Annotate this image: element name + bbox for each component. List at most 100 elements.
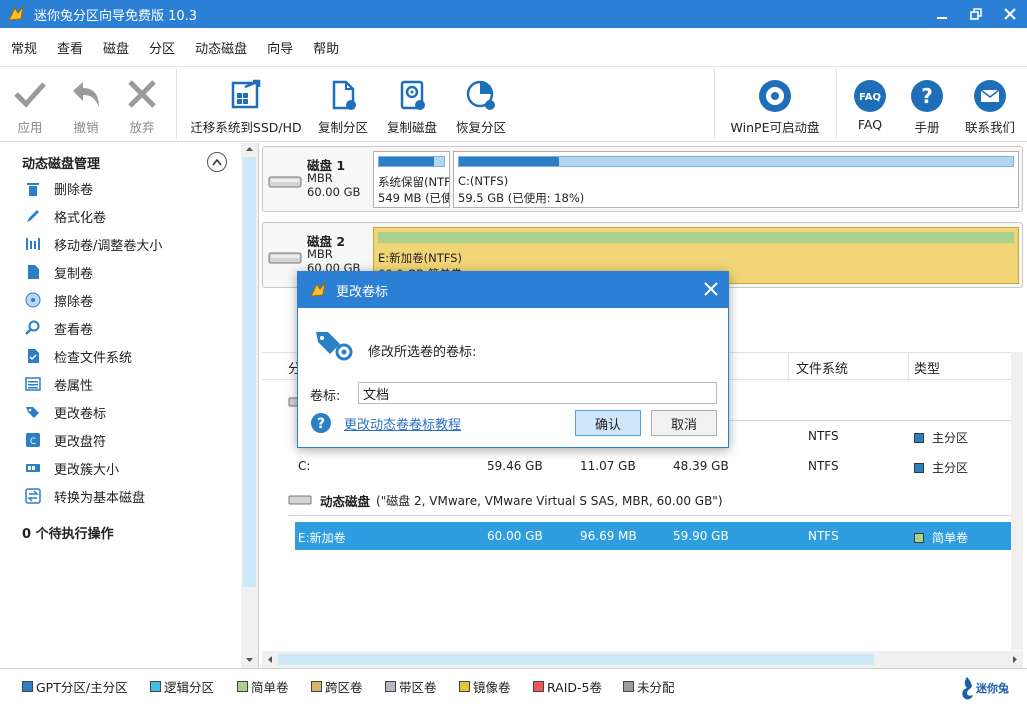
dialog-title: 更改卷标 [336, 284, 389, 300]
copy-partition-icon [332, 80, 356, 110]
type-label: 主分区 [932, 431, 969, 445]
restore-button[interactable] [959, 0, 993, 28]
sidebar-item-wipe-volume[interactable]: 擦除卷 [24, 289, 93, 311]
partition-system-reserved[interactable]: 系统保留(NTFS) 549 MB (已使用 [373, 151, 450, 208]
scroll-left-arrow-icon[interactable] [264, 651, 276, 668]
sidebar-item-change-letter[interactable]: C 更改盘符 [24, 429, 106, 451]
toolbar-separator [836, 69, 837, 139]
partition-info: 549 MB (已使用 [378, 191, 449, 205]
rabbit-logo-icon [962, 677, 973, 700]
horizontal-scrollbar[interactable] [262, 651, 1023, 668]
scroll-down-arrow-icon[interactable] [241, 654, 258, 666]
operations-panel: 动态磁盘管理 删除卷 格式化卷 移动卷/调整卷大小 复制卷 擦除卷 查看卷 检查… [0, 143, 258, 668]
cell-type: 简单卷 [914, 529, 968, 546]
sidebar-item-format-volume[interactable]: 格式化卷 [24, 205, 106, 227]
table-vertical-scrollbar[interactable] [1011, 352, 1023, 650]
cancel-button[interactable]: 取消 [651, 410, 717, 436]
legend-item: GPT分区/主分区 [22, 677, 128, 696]
column-separator [788, 353, 789, 381]
cell-type: 主分区 [914, 459, 968, 476]
contact-us-button[interactable]: 联系我们 [965, 67, 1015, 143]
sidebar-item-check-fs[interactable]: 检查文件系统 [24, 345, 132, 367]
partition-label: 系统保留(NTFS) [378, 175, 450, 189]
menu-wizard[interactable]: 向导 [267, 38, 293, 57]
sidebar-item-convert-basic[interactable]: 转换为基本磁盘 [24, 485, 145, 507]
sidebar-item-explore-volume[interactable]: 查看卷 [24, 317, 93, 339]
drive-letter-icon: C [24, 431, 42, 449]
svg-text:?: ? [921, 84, 933, 108]
collapse-button[interactable] [207, 152, 227, 172]
disk-partition-style: MBR [307, 171, 333, 185]
sidebar-item-volume-properties[interactable]: 卷属性 [24, 373, 93, 395]
recover-partition-button[interactable]: 恢复分区 [456, 67, 506, 143]
sidebar-item-delete-volume[interactable]: 删除卷 [24, 177, 93, 199]
legend-item: RAID-5卷 [533, 677, 602, 696]
dialog-title-bar[interactable]: 更改卷标 [298, 272, 728, 308]
scrollbar-thumb[interactable] [278, 654, 874, 665]
sidebar-item-move-resize[interactable]: 移动卷/调整卷大小 [24, 233, 162, 255]
dynamic-disk-header[interactable]: 动态磁盘 ("磁盘 2, VMware, VMware Virtual S SA… [288, 488, 1023, 512]
hard-disk-icon [268, 176, 302, 188]
copy-disk-button[interactable]: 复制磁盘 [387, 67, 437, 143]
help-question-icon: ? [911, 80, 943, 112]
tutorial-link[interactable]: 更改动态卷卷标教程 [344, 414, 461, 433]
faq-button[interactable]: FAQ FAQ [853, 67, 887, 143]
menu-view[interactable]: 查看 [57, 38, 83, 57]
legend-swatch [311, 681, 322, 692]
restore-icon [970, 8, 982, 20]
legend-swatch [623, 681, 634, 692]
discard-button[interactable]: 放弃 [123, 67, 161, 143]
winpe-boot-button[interactable]: WinPE可启动盘 [731, 67, 819, 143]
sidebar-item-change-cluster[interactable]: 更改簇大小 [24, 457, 119, 479]
close-button[interactable] [993, 0, 1027, 28]
panel-heading: 动态磁盘管理 [22, 157, 101, 172]
table-row[interactable]: C: 59.46 GB 11.07 GB 48.39 GB NTFS 主分区 [296, 452, 1022, 480]
migrate-os-button[interactable]: 迁移系统到SSD/HD [190, 67, 302, 143]
scroll-right-arrow-icon[interactable] [1009, 651, 1021, 668]
cluster-icon [24, 459, 42, 477]
row-divider [288, 515, 1023, 516]
convert-icon [24, 487, 42, 505]
cell-unused: 59.90 GB [673, 529, 729, 543]
minimize-icon [937, 17, 947, 19]
copy-partition-button[interactable]: 复制分区 [318, 67, 368, 143]
bootable-disc-icon [759, 80, 791, 112]
ok-button[interactable]: 确认 [575, 410, 641, 436]
column-header-filesystem[interactable]: 文件系统 [796, 358, 848, 377]
usage-bar-fill [459, 157, 559, 166]
scroll-up-arrow-icon[interactable] [241, 143, 258, 155]
volume-label-input[interactable] [358, 382, 717, 404]
usage-bar [378, 156, 445, 167]
close-icon[interactable] [702, 280, 720, 298]
sidebar-item-copy-volume[interactable]: 复制卷 [24, 261, 93, 283]
table-row-selected[interactable]: E:新加卷 60.00 GB 96.69 MB 59.90 GB NTFS 简单… [295, 522, 1022, 550]
volume-label-caption: 卷标: [310, 389, 341, 404]
partition-c[interactable]: C:(NTFS) 59.5 GB (已使用: 18%) [453, 151, 1019, 208]
left-scrollbar[interactable] [241, 143, 258, 668]
column-header-type[interactable]: 类型 [914, 358, 940, 377]
legend-item: 逻辑分区 [150, 677, 214, 696]
partition-label: C:(NTFS) [458, 174, 509, 188]
legend-swatch [533, 681, 544, 692]
apply-button[interactable]: 应用 [11, 67, 49, 143]
scrollbar-thumb[interactable] [243, 157, 256, 587]
disk-1-row[interactable]: 磁盘 1 MBR 60.00 GB 系统保留(NTFS) 549 MB (已使用… [262, 146, 1023, 212]
undo-button[interactable]: 撤销 [67, 67, 105, 143]
manual-button[interactable]: ? 手册 [910, 67, 944, 143]
type-color-swatch [914, 433, 924, 443]
trash-icon [24, 179, 42, 197]
minimize-button[interactable] [925, 0, 959, 28]
type-color-swatch [914, 533, 924, 543]
legend-swatch [385, 681, 396, 692]
menu-partition[interactable]: 分区 [149, 38, 175, 57]
toolbar: 应用 撤销 放弃 迁移系统到SSD/HD 复制分区 复制磁盘 恢复分区 WinP… [0, 66, 1027, 142]
menu-help[interactable]: 帮助 [313, 38, 339, 57]
svg-text:C: C [30, 437, 36, 447]
sidebar-item-change-label[interactable]: 更改卷标 [24, 401, 106, 423]
menu-dynamic-disk[interactable]: 动态磁盘 [195, 38, 247, 57]
hard-disk-icon [268, 252, 302, 264]
menu-disk[interactable]: 磁盘 [103, 38, 129, 57]
faq-icon: FAQ [854, 80, 886, 112]
menu-general[interactable]: 常规 [11, 38, 37, 57]
dynamic-disk-description: ("磁盘 2, VMware, VMware Virtual S SAS, MB… [376, 493, 723, 508]
